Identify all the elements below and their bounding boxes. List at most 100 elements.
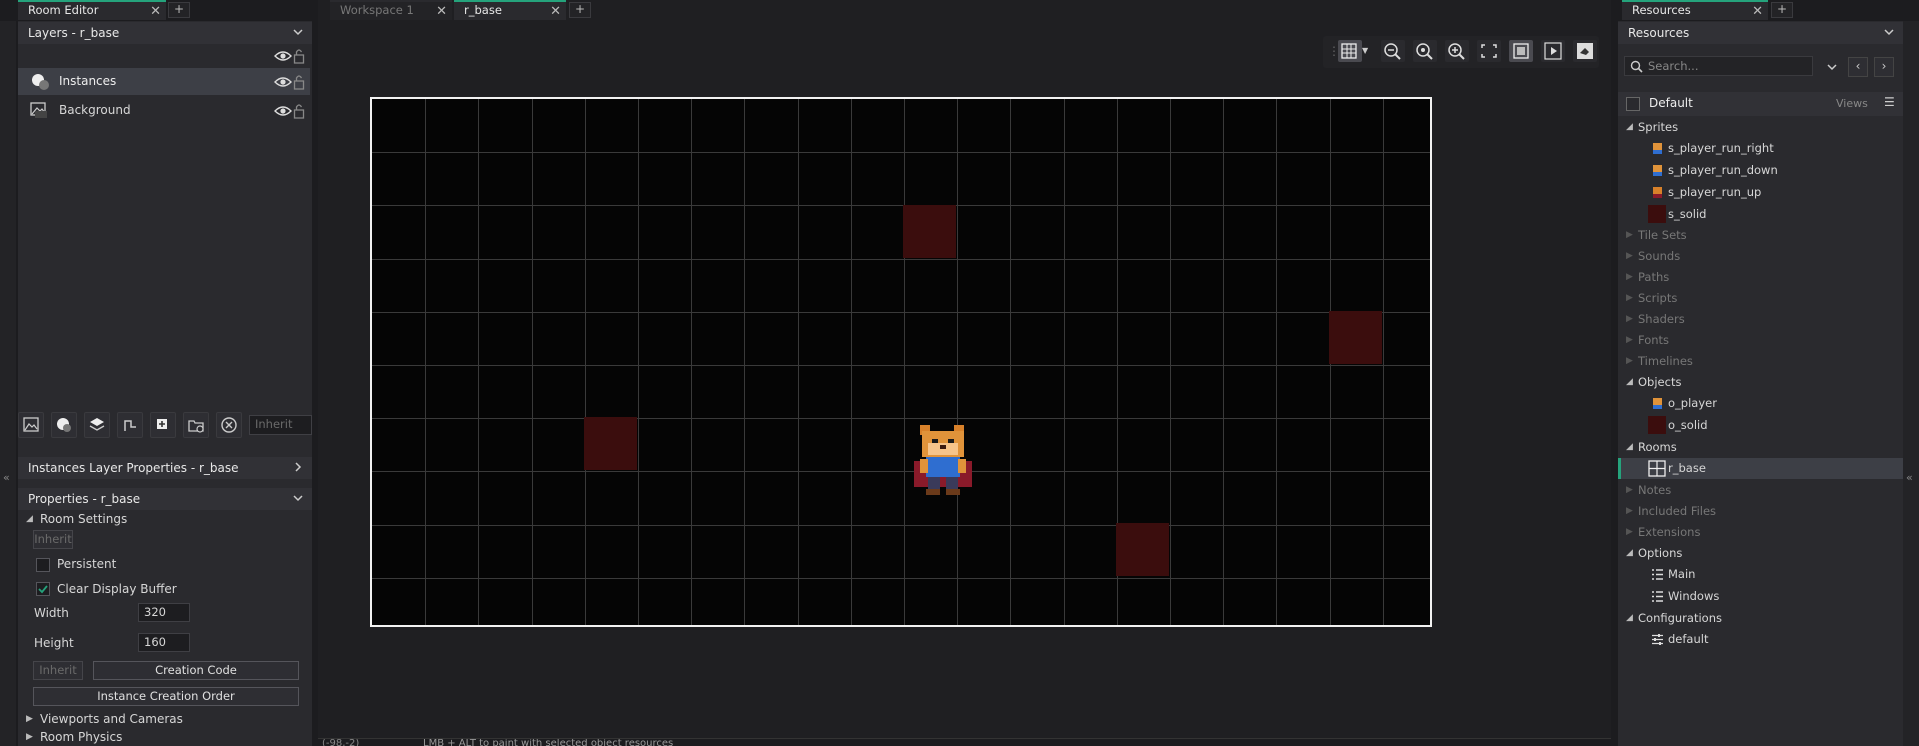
tree-item-sprite[interactable]: s_player_run_down xyxy=(1618,160,1908,181)
player-instance[interactable] xyxy=(910,421,976,497)
tab-resources[interactable]: Resources ✕ xyxy=(1622,0,1768,20)
tree-item-sprite[interactable]: s_player_run_right xyxy=(1618,138,1908,159)
expand-arrow-icon[interactable]: ▶ xyxy=(1626,351,1633,372)
expand-arrow-icon[interactable]: ◢ xyxy=(1626,608,1633,629)
room-physics-label[interactable]: Room Physics xyxy=(40,730,122,744)
grid-toggle-button[interactable] xyxy=(1338,40,1362,62)
expand-arrow-icon[interactable]: ▶ xyxy=(1626,501,1633,522)
expand-arrow-icon[interactable]: ▶ xyxy=(1626,330,1633,351)
solid-instance[interactable] xyxy=(584,417,637,470)
tree-item-option[interactable]: Windows xyxy=(1618,586,1908,607)
instance-creation-order-button[interactable]: Instance Creation Order xyxy=(33,687,299,706)
tree-item-sprite[interactable]: s_solid xyxy=(1618,204,1908,225)
tree-group-shaders[interactable]: ▶ Shaders xyxy=(1618,309,1908,330)
tree-group-paths[interactable]: ▶ Paths xyxy=(1618,267,1908,288)
tree-group-options[interactable]: ◢ Options xyxy=(1618,543,1908,564)
tree-group-tile-sets[interactable]: ▶ Tile Sets xyxy=(1618,225,1908,246)
zoom-in-button[interactable] xyxy=(1445,40,1469,62)
lock-icon[interactable] xyxy=(293,74,305,90)
expand-arrow-icon[interactable]: ▶ xyxy=(1626,246,1633,267)
solid-instance[interactable] xyxy=(1116,523,1169,576)
tree-group-timelines[interactable]: ▶ Timelines xyxy=(1618,351,1908,372)
zoom-out-button[interactable] xyxy=(1381,40,1405,62)
menu-icon[interactable]: ☰ xyxy=(1884,95,1895,109)
tree-group-rooms[interactable]: ◢ Rooms xyxy=(1618,437,1908,458)
tree-item-configuration[interactable]: default xyxy=(1618,629,1908,650)
tree-item-object[interactable]: o_player xyxy=(1618,393,1908,414)
tree-group-sounds[interactable]: ▶ Sounds xyxy=(1618,246,1908,267)
viewports-cameras-label[interactable]: Viewports and Cameras xyxy=(40,712,183,726)
eye-icon[interactable] xyxy=(274,104,292,118)
layer-row-background[interactable]: Background xyxy=(18,97,310,124)
chevron-right-icon[interactable] xyxy=(292,461,304,473)
properties-header[interactable]: Properties - r_base xyxy=(18,488,312,510)
fit-view-button[interactable] xyxy=(1477,40,1501,62)
tree-group-sprites[interactable]: ◢ Sprites xyxy=(1618,117,1908,138)
close-icon[interactable]: ✕ xyxy=(550,3,561,20)
tree-group-configurations[interactable]: ◢ Configurations xyxy=(1618,608,1908,629)
view-selector-row[interactable]: Default Views ☰ xyxy=(1618,92,1903,116)
tree-group-included-files[interactable]: ▶ Included Files xyxy=(1618,501,1908,522)
chevron-down-icon[interactable] xyxy=(292,492,304,504)
add-asset-layer-button[interactable] xyxy=(150,412,176,438)
tree-item-sprite[interactable]: s_player_run_up xyxy=(1618,182,1908,203)
tab-r-base[interactable]: r_base ✕ xyxy=(454,0,566,20)
chevron-down-icon[interactable] xyxy=(1826,61,1838,73)
frame-view-button[interactable] xyxy=(1509,40,1533,62)
height-field[interactable]: 160 xyxy=(138,633,190,652)
resources-header[interactable]: Resources xyxy=(1618,22,1903,44)
tree-group-notes[interactable]: ▶ Notes xyxy=(1618,480,1908,501)
tree-item-room-selected[interactable]: r_base xyxy=(1618,458,1908,479)
tab-workspace-1[interactable]: Workspace 1 ✕ xyxy=(330,0,452,20)
width-field[interactable]: 320 xyxy=(138,603,190,622)
expand-arrow-icon[interactable]: ▶ xyxy=(1626,225,1633,246)
collapse-right-icon[interactable]: « xyxy=(1906,471,1913,484)
chevron-down-icon[interactable] xyxy=(1883,26,1895,38)
views-label[interactable]: Views xyxy=(1836,97,1868,110)
add-tab-button[interactable]: + xyxy=(1771,2,1793,18)
close-icon[interactable]: ✕ xyxy=(1752,3,1763,20)
resource-search-input[interactable]: Search... xyxy=(1624,56,1813,76)
tree-group-extensions[interactable]: ▶ Extensions xyxy=(1618,522,1908,543)
lock-icon[interactable] xyxy=(293,48,305,64)
expand-arrow-icon[interactable]: ◢ xyxy=(1626,543,1633,564)
add-path-layer-button[interactable] xyxy=(117,412,143,438)
expand-arrow-icon[interactable]: ▶ xyxy=(1626,480,1633,501)
layers-header[interactable]: Layers - r_base xyxy=(18,22,312,44)
creation-code-button[interactable]: Creation Code xyxy=(93,661,299,680)
play-button[interactable] xyxy=(1541,40,1565,62)
lock-icon[interactable] xyxy=(293,103,305,119)
instances-layer-properties-header[interactable]: Instances Layer Properties - r_base xyxy=(18,457,312,479)
persistent-checkbox[interactable] xyxy=(36,558,50,572)
expand-arrow-icon[interactable]: ◢ xyxy=(1626,437,1633,458)
clear-room-button[interactable] xyxy=(1573,40,1597,62)
expand-arrow-icon[interactable]: ◢ xyxy=(1626,372,1633,393)
clear-display-buffer-checkbox[interactable] xyxy=(36,582,50,596)
back-button[interactable]: ‹ xyxy=(1848,57,1868,77)
tree-group-objects[interactable]: ◢ Objects xyxy=(1618,372,1908,393)
layer-row-instances[interactable]: Instances xyxy=(18,68,310,95)
tab-room-editor[interactable]: Room Editor ✕ xyxy=(18,0,166,20)
close-icon[interactable]: ✕ xyxy=(436,3,447,20)
expand-arrow-icon[interactable]: ◢ xyxy=(26,514,33,524)
expand-arrow-icon[interactable]: ▶ xyxy=(26,714,33,724)
expand-arrow-icon[interactable]: ◢ xyxy=(1626,117,1633,138)
collapse-left-icon[interactable]: « xyxy=(3,471,10,484)
add-tile-layer-button[interactable] xyxy=(84,412,110,438)
add-instance-layer-button[interactable] xyxy=(51,412,77,438)
forward-button[interactable]: › xyxy=(1874,57,1894,77)
tree-group-scripts[interactable]: ▶ Scripts xyxy=(1618,288,1908,309)
expand-arrow-icon[interactable]: ▶ xyxy=(1626,288,1633,309)
tree-item-option[interactable]: Main xyxy=(1618,564,1908,585)
expand-arrow-icon[interactable]: ▶ xyxy=(26,732,33,742)
eye-icon[interactable] xyxy=(274,75,292,89)
add-tab-button[interactable]: + xyxy=(168,2,190,18)
tree-item-object[interactable]: o_solid xyxy=(1618,415,1908,436)
delete-layer-button[interactable] xyxy=(216,412,242,438)
room-canvas[interactable] xyxy=(370,97,1432,627)
layer-inherit-field[interactable]: Inherit xyxy=(249,415,312,435)
zoom-reset-button[interactable] xyxy=(1413,40,1437,62)
add-tab-button[interactable]: + xyxy=(569,2,591,18)
inherit-code-button[interactable]: Inherit xyxy=(33,661,83,680)
tree-group-fonts[interactable]: ▶ Fonts xyxy=(1618,330,1908,351)
